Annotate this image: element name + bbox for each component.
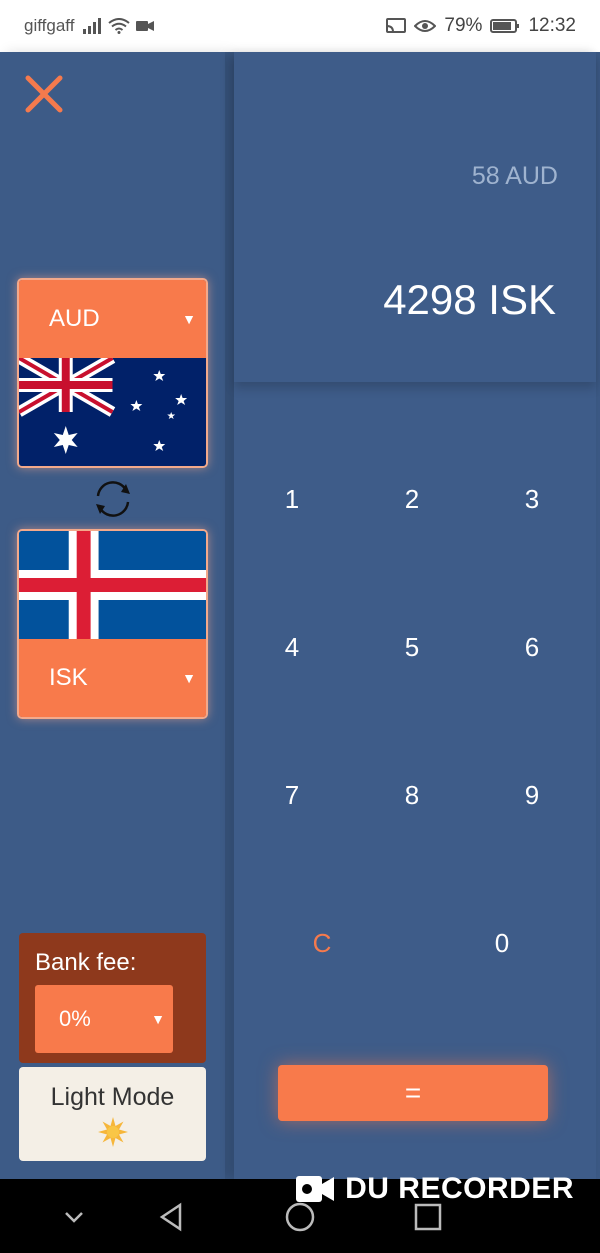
calculator-panel: 58 AUD 4298 ISK 1 2 3 4 5 6 7 8 9 C 0 = (234, 52, 596, 1179)
chevron-down-icon: ▼ (151, 1011, 165, 1027)
camera-icon (136, 21, 155, 31)
sun-icon (97, 1117, 128, 1147)
currency-panel: AUD ▼ ISK ▼ Bank fee: 0% ▼ Light Mode (0, 52, 225, 1179)
converted-amount: 4298 ISK (383, 276, 556, 323)
back-icon (159, 1202, 182, 1232)
clear-key[interactable]: C (272, 898, 372, 988)
key-6[interactable]: 6 (482, 602, 582, 692)
light-mode-button[interactable]: Light Mode (19, 1067, 206, 1161)
status-right: 79% 12:32 (386, 15, 576, 37)
battery-percent: 79% (444, 15, 483, 36)
bank-fee-select[interactable]: 0% ▼ (35, 985, 173, 1053)
light-mode-label: Light Mode (50, 1083, 175, 1111)
cast-icon (386, 18, 407, 33)
carrier-name: giffgaff (24, 16, 75, 35)
input-amount: 58 AUD (471, 162, 558, 190)
key-2[interactable]: 2 (362, 454, 462, 544)
key-5[interactable]: 5 (362, 602, 462, 692)
nav-back-button[interactable] (152, 1197, 192, 1237)
close-button[interactable] (22, 72, 66, 116)
bank-fee-panel: Bank fee: 0% ▼ (19, 933, 206, 1063)
key-0[interactable]: 0 (452, 898, 552, 988)
converter-app: AUD ▼ ISK ▼ Bank fee: 0% ▼ Light Mode 58… (0, 52, 600, 1179)
to-currency-label: ISK (49, 664, 88, 691)
chevron-down-icon: ▼ (182, 311, 196, 327)
bank-fee-value: 0% (59, 1006, 91, 1031)
to-currency-select[interactable]: ISK ▼ (19, 639, 206, 717)
australia-flag-icon (19, 358, 206, 466)
battery-icon (490, 19, 520, 33)
eye-icon (414, 20, 437, 32)
iceland-flag-icon (19, 531, 206, 639)
from-currency-card: AUD ▼ (17, 278, 208, 468)
video-camera-icon (296, 1176, 335, 1202)
chevron-down-icon (65, 1212, 83, 1223)
conversion-display: 58 AUD 4298 ISK (234, 52, 596, 382)
key-1[interactable]: 1 (242, 454, 342, 544)
key-4[interactable]: 4 (242, 602, 342, 692)
signal-icon (83, 18, 102, 34)
status-bar: giffgaff 79% 12:32 (0, 0, 600, 52)
clock: 12:32 (528, 15, 576, 36)
chevron-down-icon: ▼ (182, 670, 196, 686)
status-left-icons (82, 18, 155, 34)
swap-currencies-button[interactable] (90, 476, 136, 522)
from-currency-label: AUD (49, 305, 100, 332)
close-icon (25, 75, 63, 113)
recorder-watermark: DU RECORDER (295, 1172, 574, 1206)
to-currency-card: ISK ▼ (17, 529, 208, 719)
wifi-icon (108, 18, 131, 34)
from-currency-select[interactable]: AUD ▼ (19, 280, 206, 358)
key-7[interactable]: 7 (242, 750, 342, 840)
bank-fee-label: Bank fee: (35, 949, 137, 976)
watermark-text: DU RECORDER (345, 1172, 574, 1205)
equals-button[interactable]: = (278, 1065, 548, 1121)
key-8[interactable]: 8 (362, 750, 462, 840)
swap-icon (96, 481, 130, 517)
key-9[interactable]: 9 (482, 750, 582, 840)
nav-collapse-button[interactable] (54, 1197, 94, 1237)
key-3[interactable]: 3 (482, 454, 582, 544)
